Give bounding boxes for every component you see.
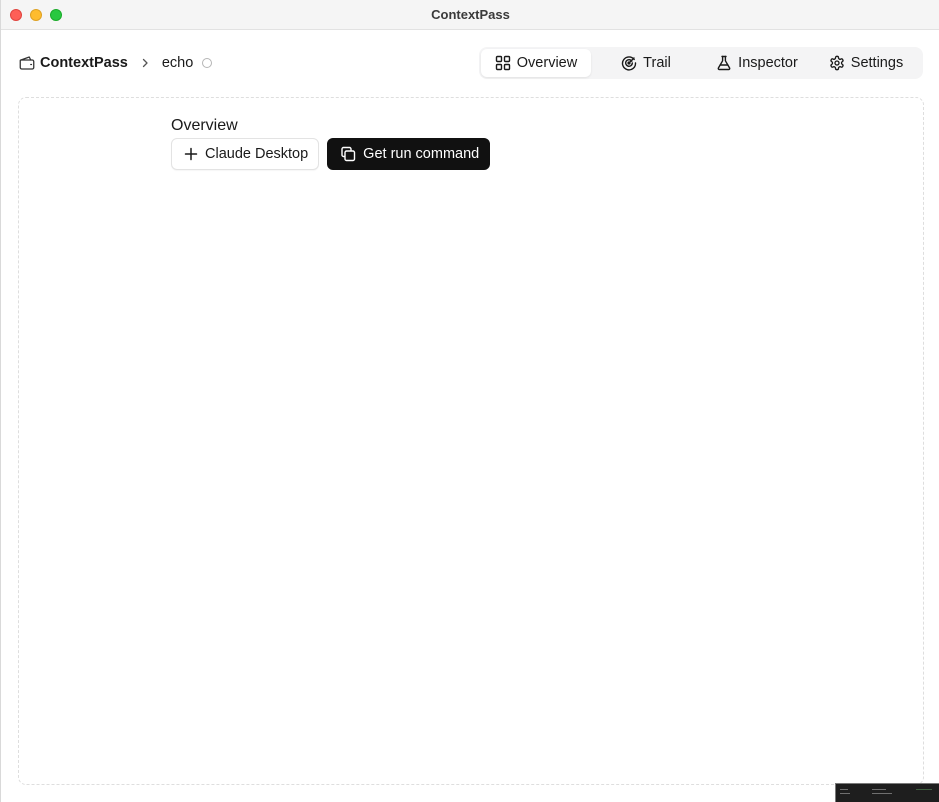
- get-run-command-label: Get run command: [363, 146, 480, 162]
- plus-icon: [184, 147, 198, 161]
- add-claude-desktop-label: Claude Desktop: [205, 146, 309, 162]
- app-window: ContextPass ContextPass echo Overview Tr…: [0, 0, 939, 802]
- main-content-panel: Overview Claude Desktop Get run command: [18, 97, 924, 785]
- status-circle-icon: [202, 58, 213, 68]
- breadcrumb-app-link[interactable]: ContextPass: [40, 55, 128, 71]
- layout-grid-icon: [495, 55, 511, 71]
- tab-settings[interactable]: Settings: [813, 49, 919, 77]
- add-claude-desktop-button[interactable]: Claude Desktop: [171, 138, 320, 170]
- window-title: ContextPass: [431, 7, 510, 22]
- tab-overview[interactable]: Overview: [481, 49, 591, 77]
- title-bar: ContextPass: [1, 0, 939, 30]
- breadcrumb: ContextPass echo: [18, 52, 213, 74]
- wallet-icon: [18, 54, 36, 72]
- tab-overview-label: Overview: [516, 55, 578, 71]
- tab-trail[interactable]: Trail: [591, 49, 701, 77]
- tab-inspector[interactable]: Inspector: [701, 49, 813, 77]
- page-title: Overview: [171, 117, 238, 134]
- get-run-command-button[interactable]: Get run command: [327, 138, 491, 170]
- radar-icon: [621, 55, 637, 71]
- gear-icon: [829, 55, 845, 71]
- copy-icon: [340, 146, 356, 162]
- window-thumbnail: [835, 783, 939, 802]
- tab-settings-label: Settings: [850, 55, 904, 71]
- flask-icon: [716, 55, 732, 71]
- tab-trail-label: Trail: [643, 55, 671, 71]
- tab-inspector-label: Inspector: [738, 55, 798, 71]
- chevron-right-icon: [140, 58, 150, 68]
- action-bar: Claude Desktop Get run command: [171, 138, 491, 170]
- tab-strip: Overview Trail Inspector Settings: [479, 47, 923, 79]
- breadcrumb-server-name[interactable]: echo: [162, 55, 193, 71]
- app-header: ContextPass echo Overview Trail Inspecto…: [1, 30, 939, 96]
